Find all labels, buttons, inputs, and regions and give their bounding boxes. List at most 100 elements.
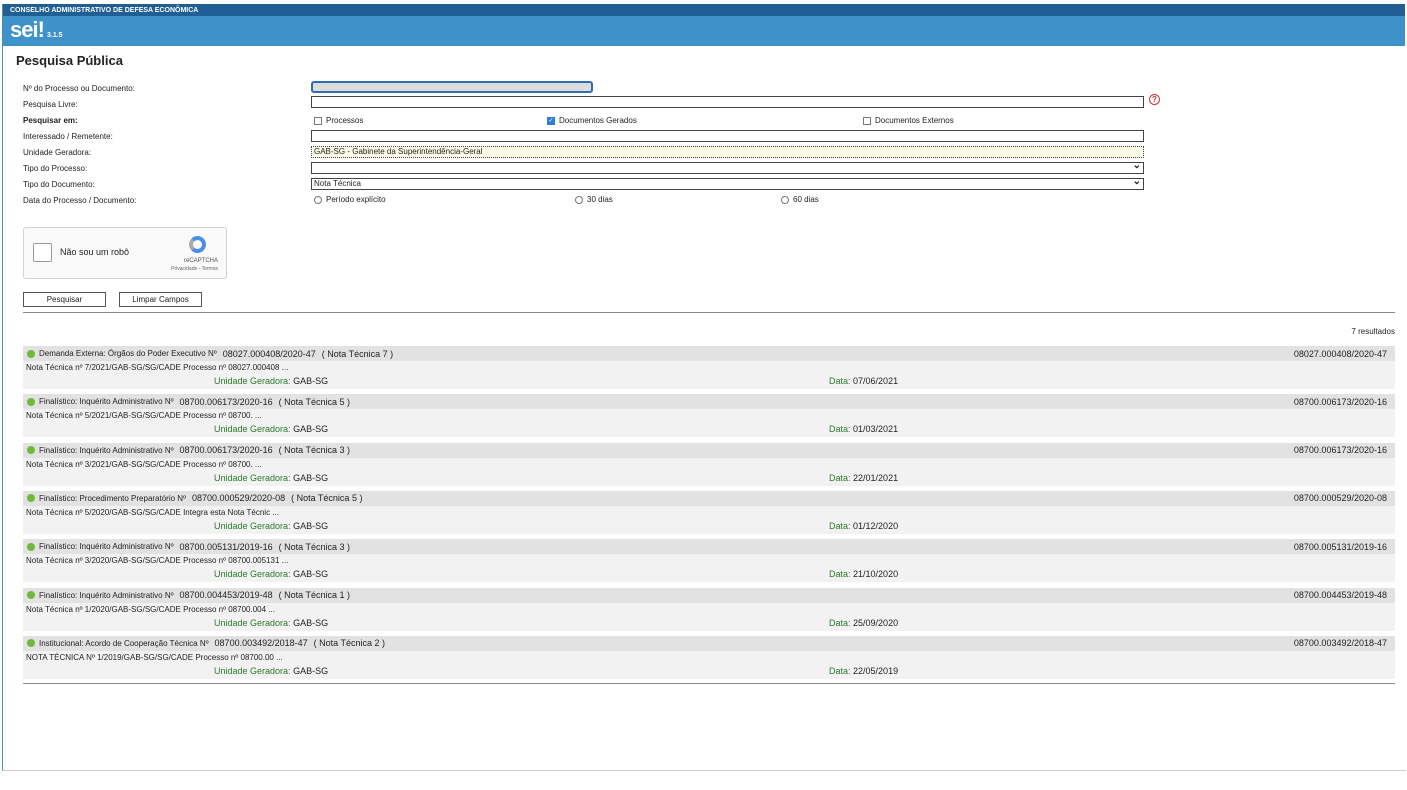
checkbox-checked-icon[interactable]: ✓ xyxy=(547,117,555,125)
tree-icon xyxy=(27,543,35,551)
result-snippet: Nota Técnica nº 5/2020/GAB-SG/SG/CADE In… xyxy=(23,506,1395,519)
result-title[interactable]: Demanda Externa: Órgãos do Poder Executi… xyxy=(39,349,217,358)
result-item: Demanda Externa: Órgãos do Poder Executi… xyxy=(23,346,1395,392)
interessado-input[interactable] xyxy=(311,130,1144,142)
checkbox-label: Documentos Gerados xyxy=(559,116,637,125)
result-header: Finalístico: Inquérito Administrativo Nº… xyxy=(23,539,1395,554)
result-document[interactable]: ( Nota Técnica 5 ) xyxy=(279,397,350,407)
divider xyxy=(23,312,1395,313)
result-unidade: GAB-SG xyxy=(293,376,328,386)
checkbox-documentos-externos[interactable]: Documentos Externos xyxy=(863,116,954,125)
radio-60-dias[interactable]: 60 dias xyxy=(781,195,819,204)
result-process-number[interactable]: 08700.004453/2019-48 xyxy=(180,590,273,600)
result-process-link[interactable]: 08700.005131/2019-16 xyxy=(1294,542,1387,552)
checkbox-documentos-gerados[interactable]: ✓ Documentos Gerados xyxy=(547,116,637,125)
clear-button[interactable]: Limpar Campos xyxy=(119,292,202,307)
tree-icon xyxy=(27,494,35,502)
recaptcha-links[interactable]: Privacidade - Termos xyxy=(171,266,218,272)
label-numero: Nº do Processo ou Documento: xyxy=(23,84,135,93)
search-button[interactable]: Pesquisar xyxy=(23,292,106,307)
result-item: Finalístico: Inquérito Administrativo Nº… xyxy=(23,588,1395,634)
data-label: Data: xyxy=(829,376,851,386)
result-unidade: GAB-SG xyxy=(293,473,328,483)
result-process-link[interactable]: 08700.000529/2020-08 xyxy=(1294,493,1387,503)
result-unidade: GAB-SG xyxy=(293,666,328,676)
result-header: Finalístico: Inquérito Administrativo Nº… xyxy=(23,394,1395,409)
result-title[interactable]: Finalístico: Inquérito Administrativo Nº xyxy=(39,542,174,551)
result-date: 01/12/2020 xyxy=(853,521,898,531)
checkbox-label: Processos xyxy=(326,116,363,125)
result-unidade: GAB-SG xyxy=(293,618,328,628)
result-process-number[interactable]: 08700.003492/2018-47 xyxy=(215,638,308,648)
result-title[interactable]: Finalístico: Inquérito Administrativo Nº xyxy=(39,591,174,600)
result-process-number[interactable]: 08700.006173/2020-16 xyxy=(180,445,273,455)
result-title[interactable]: Finalístico: Procedimento Preparatório N… xyxy=(39,494,186,503)
unidade-label: Unidade Geradora: xyxy=(214,666,291,676)
tipo-documento-select[interactable]: Nota Técnica ⌄ xyxy=(311,178,1144,190)
result-process-link[interactable]: 08700.006173/2020-16 xyxy=(1294,397,1387,407)
radio-label: 30 dias xyxy=(587,195,613,204)
result-header: Finalístico: Procedimento Preparatório N… xyxy=(23,491,1395,506)
result-process-link[interactable]: 08027.000408/2020-47 xyxy=(1294,349,1387,359)
result-date: 07/06/2021 xyxy=(853,376,898,386)
unidade-label: Unidade Geradora: xyxy=(214,424,291,434)
result-date: 22/01/2021 xyxy=(853,473,898,483)
result-snippet: Nota Técnica nº 3/2021/GAB-SG/SG/CADE Pr… xyxy=(23,458,1395,471)
result-process-link[interactable]: 08700.003492/2018-47 xyxy=(1294,638,1387,648)
data-label: Data: xyxy=(829,424,851,434)
checkbox-icon[interactable] xyxy=(314,117,322,125)
result-snippet: Nota Técnica nº 5/2021/GAB-SG/SG/CADE Pr… xyxy=(23,409,1395,422)
radio-icon[interactable] xyxy=(781,196,789,204)
result-unidade: GAB-SG xyxy=(293,569,328,579)
result-snippet: Nota Técnica nº 7/2021/GAB-SG/SG/CADE Pr… xyxy=(23,361,1395,374)
header-bar: sei! 3.1.5 xyxy=(3,16,1405,46)
pesquisa-livre-input[interactable] xyxy=(311,96,1144,108)
result-date: 25/09/2020 xyxy=(853,618,898,628)
result-document[interactable]: ( Nota Técnica 1 ) xyxy=(279,590,350,600)
result-document[interactable]: ( Nota Técnica 3 ) xyxy=(279,445,350,455)
result-document[interactable]: ( Nota Técnica 5 ) xyxy=(291,493,362,503)
result-document[interactable]: ( Nota Técnica 7 ) xyxy=(322,349,393,359)
help-icon[interactable]: ? xyxy=(1149,94,1160,105)
data-label: Data: xyxy=(829,666,851,676)
checkbox-processos[interactable]: Processos xyxy=(314,116,363,125)
recaptcha-checkbox[interactable] xyxy=(33,243,52,262)
chevron-down-icon: ⌄ xyxy=(1133,177,1141,187)
radio-icon[interactable] xyxy=(314,196,322,204)
label-pesquisar-em: Pesquisar em: xyxy=(23,116,78,125)
radio-label: 60 dias xyxy=(793,195,819,204)
radio-icon[interactable] xyxy=(575,196,583,204)
result-snippet: Nota Técnica nº 1/2020/GAB-SG/SG/CADE Pr… xyxy=(23,603,1395,616)
result-title[interactable]: Finalístico: Inquérito Administrativo Nº xyxy=(39,397,174,406)
result-date: 01/03/2021 xyxy=(853,424,898,434)
sei-logo[interactable]: sei! xyxy=(10,17,44,43)
unidade-label: Unidade Geradora: xyxy=(214,618,291,628)
chevron-down-icon: ⌄ xyxy=(1133,161,1141,171)
recaptcha-label: Não sou um robô xyxy=(60,247,129,257)
result-title[interactable]: Institucional: Acordo de Cooperação Técn… xyxy=(39,639,209,648)
tipo-processo-select[interactable]: ⌄ xyxy=(311,162,1144,174)
result-process-number[interactable]: 08027.000408/2020-47 xyxy=(223,349,316,359)
checkbox-icon[interactable] xyxy=(863,117,871,125)
result-document[interactable]: ( Nota Técnica 3 ) xyxy=(279,542,350,552)
result-item: Finalístico: Procedimento Preparatório N… xyxy=(23,491,1395,537)
numero-input[interactable] xyxy=(311,81,593,93)
result-unidade: GAB-SG xyxy=(293,424,328,434)
result-process-link[interactable]: 08700.004453/2019-48 xyxy=(1294,590,1387,600)
result-process-number[interactable]: 08700.000529/2020-08 xyxy=(192,493,285,503)
result-process-link[interactable]: 08700.006173/2020-16 xyxy=(1294,445,1387,455)
result-document[interactable]: ( Nota Técnica 2 ) xyxy=(314,638,385,648)
unidade-input[interactable]: GAB-SG - Gabinete da Superintendência-Ge… xyxy=(311,146,1144,158)
radio-30-dias[interactable]: 30 dias xyxy=(575,195,613,204)
select-value: Nota Técnica xyxy=(314,179,361,188)
tree-icon xyxy=(27,446,35,454)
result-header: Finalístico: Inquérito Administrativo Nº… xyxy=(23,588,1395,603)
result-unidade: GAB-SG xyxy=(293,521,328,531)
recaptcha-brand: reCAPTCHA xyxy=(184,258,218,264)
radio-periodo[interactable]: Período explícito xyxy=(314,195,386,204)
result-title[interactable]: Finalístico: Inquérito Administrativo Nº xyxy=(39,446,174,455)
result-process-number[interactable]: 08700.006173/2020-16 xyxy=(180,397,273,407)
result-process-number[interactable]: 08700.005131/2019-16 xyxy=(180,542,273,552)
tree-icon xyxy=(27,350,35,358)
result-snippet: NOTA TÉCNICA Nº 1/2019/GAB-SG/SG/CADE Pr… xyxy=(23,651,1395,664)
